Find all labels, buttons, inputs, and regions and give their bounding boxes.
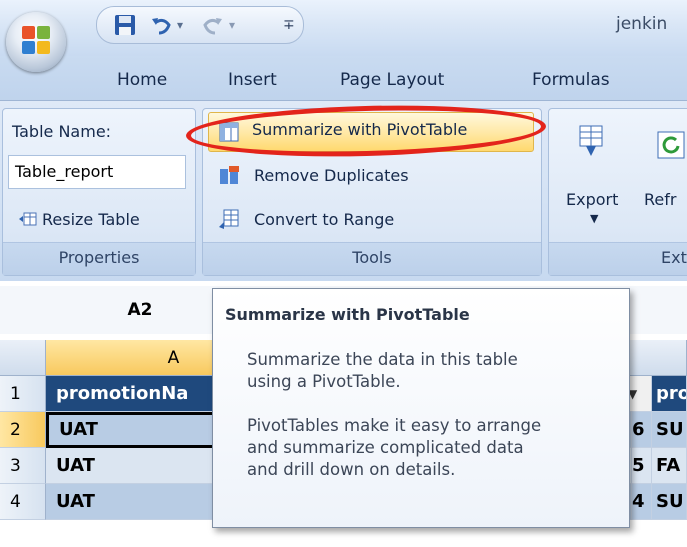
summarize-pivottable-label: Summarize with PivotTable <box>252 120 468 139</box>
table-header-cell[interactable]: pro <box>652 376 687 412</box>
select-all-corner[interactable] <box>0 340 46 376</box>
tooltip-line: and summarize complicated data <box>247 438 524 457</box>
tools-group-label: Tools <box>203 242 541 275</box>
tab-page-layout[interactable]: Page Layout <box>340 70 444 90</box>
table-cell[interactable]: 4 <box>632 484 652 520</box>
tooltip-line: PivotTables make it easy to arrange <box>247 416 542 435</box>
window-title: jenkin <box>616 14 668 34</box>
row-header-1[interactable]: 1 <box>0 376 46 412</box>
ribbon-tab-strip: Home Insert Page Layout Formulas <box>0 56 687 102</box>
refresh-icon <box>656 130 686 160</box>
table-cell[interactable]: 5 <box>632 448 652 484</box>
tab-home[interactable]: Home <box>117 70 167 90</box>
properties-group-label: Properties <box>3 242 195 275</box>
resize-table-button[interactable]: Resize Table <box>42 210 140 229</box>
resize-table-icon <box>18 208 40 230</box>
external-group-label: Ext <box>549 242 687 275</box>
table-cell[interactable]: FA <box>652 448 687 484</box>
tooltip-title: Summarize with PivotTable <box>225 305 470 324</box>
tab-formulas[interactable]: Formulas <box>532 70 610 90</box>
row-header-3[interactable]: 3 <box>0 448 46 484</box>
export-icon <box>576 124 606 158</box>
customize-qat-icon[interactable]: ∓ <box>283 13 295 37</box>
undo-icon[interactable] <box>149 13 173 37</box>
export-button[interactable]: Export <box>566 190 618 209</box>
pivottable-tooltip: Summarize with PivotTable Summarize the … <box>212 288 630 528</box>
convert-to-range-button[interactable]: Convert to Range <box>254 210 394 229</box>
office-button[interactable] <box>6 12 66 72</box>
tooltip-line: using a PivotTable. <box>247 372 401 391</box>
table-cell[interactable]: SU <box>652 412 687 448</box>
remove-duplicates-button[interactable]: Remove Duplicates <box>254 166 409 185</box>
convert-to-range-icon <box>218 208 240 230</box>
table-name-label: Table Name: <box>12 122 112 141</box>
refresh-button[interactable]: Refr <box>644 190 676 209</box>
undo-dropdown-icon[interactable]: ▾ <box>177 13 183 37</box>
export-dropdown-icon[interactable]: ▼ <box>590 212 598 225</box>
tooltip-line: Summarize the data in this table <box>247 350 518 369</box>
tab-insert[interactable]: Insert <box>228 70 277 90</box>
tooltip-line: and drill down on details. <box>247 460 456 479</box>
row-header-4[interactable]: 4 <box>0 484 46 520</box>
table-cell[interactable]: SU <box>652 484 687 520</box>
quick-access-toolbar: ▾ ▾ ∓ <box>96 6 304 44</box>
redo-icon[interactable] <box>201 13 225 37</box>
table-cell[interactable]: 6 <box>632 412 652 448</box>
row-header-2[interactable]: 2 <box>0 412 46 448</box>
office-logo-icon <box>22 26 50 54</box>
redo-dropdown-icon[interactable]: ▾ <box>229 13 235 37</box>
table-name-input[interactable]: Table_report <box>8 155 186 189</box>
remove-duplicates-icon <box>218 165 240 187</box>
save-icon[interactable] <box>113 13 137 37</box>
